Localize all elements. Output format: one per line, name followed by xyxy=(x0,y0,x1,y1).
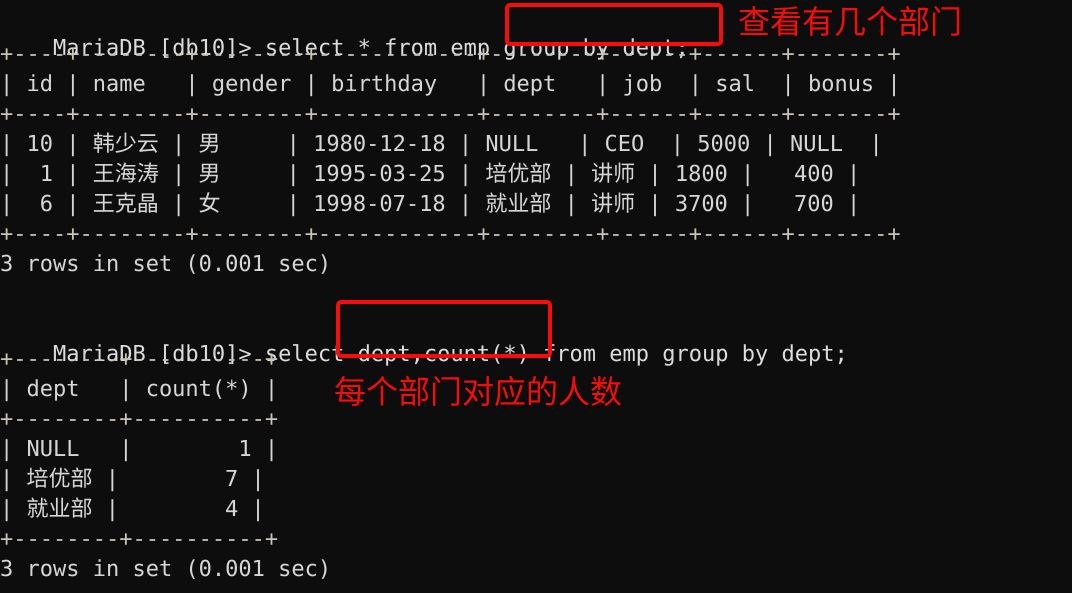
status-line-1: 3 rows in set (0.001 sec) xyxy=(0,252,332,277)
command-line-1: MariaDB [db10]> select * from emp group … xyxy=(0,4,689,61)
command-line-2: MariaDB [db10]> select dept,count(*) fro… xyxy=(0,310,848,367)
table-row: | 就业部 | 4 | xyxy=(0,497,265,522)
table-2-rule-mid: +--------+----------+ xyxy=(0,407,279,432)
table-1-rule-mid: +----+--------+--------+------------+---… xyxy=(0,102,901,127)
table-row: | 培优部 | 7 | xyxy=(0,467,265,492)
annotation-count-departments: 查看有几个部门 xyxy=(738,3,963,41)
table-1-rule-top: +----+--------+--------+------------+---… xyxy=(0,42,901,67)
terminal-window[interactable]: MariaDB [db10]> select * from emp group … xyxy=(0,0,1072,593)
table-2-rule-bottom: +--------+----------+ xyxy=(0,527,279,552)
annotation-headcount-per-department: 每个部门对应的人数 xyxy=(334,373,623,411)
table-row: | 1 | 王海涛 | 男 | 1995-03-25 | 培优部 | 讲师 | … xyxy=(0,162,861,187)
table-2-header: | dept | count(*) | xyxy=(0,377,279,402)
table-1-header: | id | name | gender | birthday | dept |… xyxy=(0,72,901,97)
command-2-suffix: from emp group by dept; xyxy=(529,342,848,367)
table-row: | 6 | 王克晶 | 女 | 1998-07-18 | 就业部 | 讲师 | … xyxy=(0,192,861,217)
table-row: | NULL | 1 | xyxy=(0,437,279,462)
table-1-rule-bottom: +----+--------+--------+------------+---… xyxy=(0,222,901,247)
table-2-rule-top: +--------+----------+ xyxy=(0,347,279,372)
table-row: | 10 | 韩少云 | 男 | 1980-12-18 | NULL | CEO… xyxy=(0,132,883,157)
command-2-highlight: dept,count(*) xyxy=(357,342,530,367)
status-line-2: 3 rows in set (0.001 sec) xyxy=(0,557,332,582)
